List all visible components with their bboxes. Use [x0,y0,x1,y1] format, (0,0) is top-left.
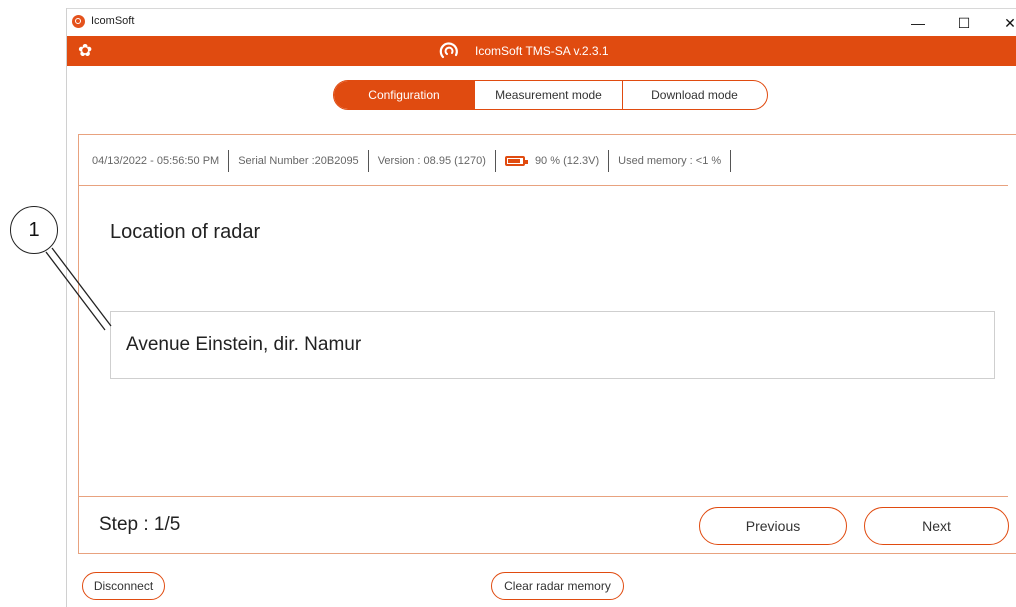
status-datetime: 04/13/2022 - 05:56:50 PM [92,150,230,172]
battery-icon [504,156,528,166]
battery-value: 90 % (12.3V) [534,155,600,167]
app-header: ✿ IcomSoft TMS-SA v.2.3.1 [67,36,1016,66]
window-title: IcomSoft [91,15,135,27]
close-icon[interactable]: ✕ [991,9,1016,37]
app-window: IcomSoft — ☐ ✕ ✿ IcomSoft TMS-SA v.2.3.1… [66,8,1016,607]
disconnect-button[interactable]: Disconnect [82,572,165,600]
maximize-icon[interactable]: ☐ [945,9,983,37]
tab-measurement-mode[interactable]: Measurement mode [474,81,622,109]
tab-configuration[interactable]: Configuration [334,81,474,109]
page-title: Location of radar [110,221,261,243]
title-bar: IcomSoft — ☐ ✕ [67,8,1016,37]
status-memory: Used memory : <1 % [609,150,732,172]
tab-download-mode[interactable]: Download mode [622,81,766,109]
content-panel: 04/13/2022 - 05:56:50 PM Serial Number :… [78,134,1016,554]
minimize-icon[interactable]: — [899,9,937,37]
app-title: IcomSoft TMS-SA v.2.3.1 [475,44,609,58]
app-logo-icon [72,15,85,28]
divider [79,185,1008,186]
next-button[interactable]: Next [864,507,1009,545]
mode-tabs: Configuration Measurement mode Download … [333,80,768,110]
previous-button[interactable]: Previous [699,507,847,545]
gear-icon[interactable]: ✿ [78,42,94,59]
radar-logo-icon [439,42,458,59]
location-input[interactable]: Avenue Einstein, dir. Namur [110,311,995,379]
clear-radar-memory-button[interactable]: Clear radar memory [491,572,624,600]
divider [79,496,1008,497]
status-battery: 90 % (12.3V) [496,150,610,172]
status-version: Version : 08.95 (1270) [369,150,496,172]
callout-marker: 1 [10,206,58,254]
status-bar: 04/13/2022 - 05:56:50 PM Serial Number :… [79,149,732,173]
status-serial: Serial Number :20B2095 [229,150,369,172]
step-indicator: Step : 1/5 [99,514,181,535]
